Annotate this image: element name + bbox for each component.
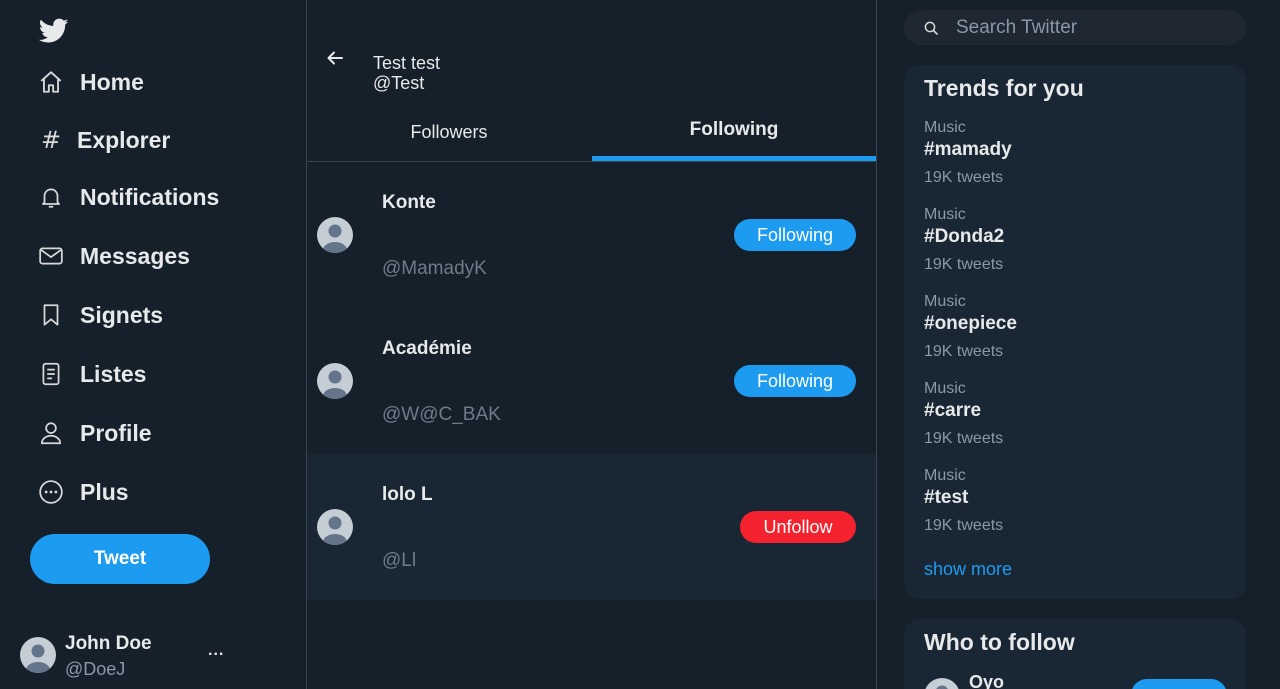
active-tab-indicator <box>592 156 876 161</box>
nav-label: Signets <box>80 301 164 328</box>
search-box <box>904 10 1246 45</box>
twitter-logo-icon[interactable] <box>38 18 71 46</box>
nav-item-explorer[interactable]: # Explorer <box>38 120 170 160</box>
tab-followers[interactable]: Followers <box>307 108 591 161</box>
nav-item-notifications[interactable]: Notifications <box>38 177 219 217</box>
follow-button[interactable] <box>1131 679 1227 689</box>
following-button[interactable]: Following <box>734 219 856 251</box>
trends-panel: Trends for you Music #mamady 19K tweets … <box>904 65 1246 599</box>
nav-label: Messages <box>80 242 190 269</box>
trend-item[interactable]: Music #test 19K tweets <box>924 467 1224 547</box>
nav-item-listes[interactable]: Listes <box>38 354 146 394</box>
nav-item-signets[interactable]: Signets <box>38 295 163 335</box>
account-name: John Doe <box>65 633 152 654</box>
search-icon <box>924 21 938 35</box>
trend-item[interactable]: Music #mamady 19K tweets <box>924 119 1224 199</box>
profile-name: Test test <box>373 53 441 73</box>
tab-label: Followers <box>410 122 488 142</box>
hash-glyph: # <box>41 126 62 154</box>
home-icon <box>38 68 66 96</box>
trend-hashtag: #onepiece <box>924 313 1017 334</box>
tab-label: Following <box>689 119 779 140</box>
tweet-button[interactable]: Tweet <box>30 534 210 584</box>
user-handle: @Ll <box>382 550 417 571</box>
user-name: lolo L <box>382 484 433 505</box>
avatar <box>317 217 353 253</box>
profile-handle: @Test <box>373 73 425 93</box>
trend-category: Music <box>924 467 966 484</box>
user-row[interactable]: lolo L @Ll Unfollow <box>307 454 876 600</box>
back-arrow-icon[interactable] <box>325 48 349 70</box>
main-column: Test test @Test Followers Following Kont… <box>306 0 877 689</box>
who-to-follow-panel: Who to follow Oyo <box>904 619 1246 689</box>
user-row[interactable]: Académie @W@C_BAK Following <box>307 308 876 454</box>
nav-item-home[interactable]: Home <box>38 62 144 102</box>
more-circle-icon <box>38 478 66 506</box>
user-handle: @W@C_BAK <box>382 404 501 425</box>
suggestion-name: Oyo <box>969 672 1005 689</box>
nav-item-profile[interactable]: Profile <box>38 413 152 453</box>
nav-label: Listes <box>80 360 147 387</box>
trend-category: Music <box>924 206 966 223</box>
nav-label: Explorer <box>77 126 171 153</box>
account-handle: @DoeJ <box>65 659 126 679</box>
user-row[interactable]: Konte @MamadyK Following <box>307 162 876 308</box>
trend-hashtag: #Donda2 <box>924 226 1005 247</box>
tab-bar: Followers Following <box>307 108 876 162</box>
user-name: Konte <box>382 192 436 213</box>
user-handle: @MamadyK <box>382 258 487 279</box>
envelope-icon <box>38 242 66 270</box>
trend-count: 19K tweets <box>924 256 1004 273</box>
app: Home # Explorer Notifications Messages S… <box>0 0 1280 689</box>
hash-icon: # <box>38 126 66 154</box>
trend-count: 19K tweets <box>924 430 1004 447</box>
tab-following[interactable]: Following <box>592 108 876 161</box>
person-icon <box>38 419 66 447</box>
trend-category: Music <box>924 293 966 310</box>
nav-label: Notifications <box>80 183 220 210</box>
trend-count: 19K tweets <box>924 169 1004 186</box>
bookmark-icon <box>38 301 66 329</box>
nav-label: Profile <box>80 419 152 446</box>
show-more-link[interactable]: show more <box>924 559 1012 580</box>
nav-item-messages[interactable]: Messages <box>38 236 190 276</box>
following-button[interactable]: Following <box>734 365 856 397</box>
nav-label: Plus <box>80 478 129 505</box>
avatar <box>317 363 353 399</box>
list-icon <box>38 360 66 388</box>
nav-item-plus[interactable]: Plus <box>38 472 129 512</box>
trend-item[interactable]: Music #carre 19K tweets <box>924 380 1224 460</box>
avatar <box>317 509 353 545</box>
sidebar: Home # Explorer Notifications Messages S… <box>0 0 306 689</box>
account-switcher[interactable]: John Doe @DoeJ ... <box>20 628 240 684</box>
avatar <box>924 678 960 689</box>
trend-item[interactable]: Music #Donda2 19K tweets <box>924 206 1224 286</box>
avatar <box>20 637 56 673</box>
trend-item[interactable]: Music #onepiece 19K tweets <box>924 293 1224 373</box>
right-sidebar: Trends for you Music #mamady 19K tweets … <box>877 0 1280 689</box>
who-to-follow-title: Who to follow <box>924 629 1075 655</box>
nav-label: Home <box>80 68 144 95</box>
trend-count: 19K tweets <box>924 517 1004 534</box>
search-input[interactable] <box>956 10 1236 45</box>
trend-count: 19K tweets <box>924 343 1004 360</box>
trend-category: Music <box>924 119 966 136</box>
trends-title: Trends for you <box>924 75 1084 101</box>
more-horizontal-icon[interactable]: ... <box>208 642 224 660</box>
user-name: Académie <box>382 338 472 359</box>
trend-hashtag: #mamady <box>924 139 1012 160</box>
trend-hashtag: #test <box>924 487 969 508</box>
bell-icon <box>38 183 66 211</box>
unfollow-button[interactable]: Unfollow <box>740 511 856 543</box>
trend-hashtag: #carre <box>924 400 982 421</box>
trend-category: Music <box>924 380 966 397</box>
